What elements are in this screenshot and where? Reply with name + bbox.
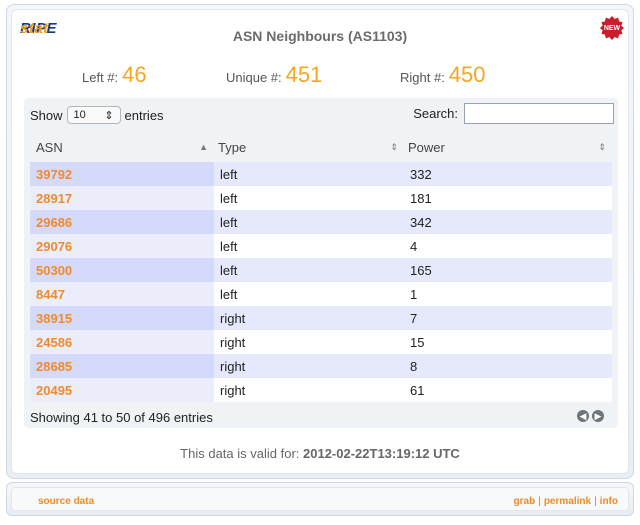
unique-count: Unique #: 451 xyxy=(226,62,322,88)
entries-select[interactable]: 10 ⇕ xyxy=(66,106,121,124)
power-cell: 7 xyxy=(410,310,418,326)
footer-separator: | xyxy=(538,496,541,507)
footer-links: grab | permalink | info xyxy=(514,496,618,507)
column-header-asn-label: ASN xyxy=(36,139,63,155)
type-cell: left xyxy=(220,262,238,278)
asn-neighbours-widget: RIPE stat ASN Neighbours (AS1103) NEW Lef… xyxy=(6,4,634,479)
power-cell: 332 xyxy=(410,166,432,182)
table-row: 29076 left 4 xyxy=(30,234,612,258)
unique-count-value: 451 xyxy=(285,62,323,87)
stats-summary: Left #: 46 Unique #: 451 Right #: 450 xyxy=(12,62,628,96)
show-label: Show xyxy=(30,107,63,123)
type-cell: left xyxy=(220,190,238,206)
column-header-power-label: Power xyxy=(408,139,445,155)
search-control: Search: xyxy=(413,103,614,124)
table-info: Showing 41 to 50 of 496 entries xyxy=(30,410,213,425)
validity-timestamp: 2012-02-22T13:19:12 UTC xyxy=(303,446,460,461)
sort-both-icon: ⇕ xyxy=(390,141,398,152)
type-cell: left xyxy=(220,238,238,254)
left-count-value: 46 xyxy=(122,62,147,87)
column-header-type[interactable]: Type ⇕ xyxy=(214,136,404,158)
table-header: ASN ▲ Type ⇕ Power ⇕ xyxy=(30,136,612,158)
power-cell: 4 xyxy=(410,238,418,254)
search-label: Search: xyxy=(413,106,458,121)
table-row: 38915 right 7 xyxy=(30,306,612,330)
type-cell: left xyxy=(220,214,238,230)
asn-link[interactable]: 24586 xyxy=(30,330,214,354)
column-header-type-label: Type xyxy=(218,139,247,155)
table-row: 28685 right 8 xyxy=(30,354,612,378)
previous-page-icon[interactable]: ◀ xyxy=(577,410,589,422)
table-row: 28917 left 181 xyxy=(30,186,612,210)
widget-body: RIPE stat ASN Neighbours (AS1103) NEW Lef… xyxy=(11,9,629,474)
unique-count-label: Unique #: xyxy=(226,70,282,85)
table-body: 39792 left 332 28917 left 181 29686 left… xyxy=(30,162,612,402)
select-arrows-icon: ⇕ xyxy=(104,109,114,122)
type-cell: left xyxy=(220,286,238,302)
power-cell: 165 xyxy=(410,262,432,278)
type-cell: left xyxy=(220,166,238,182)
asn-link[interactable]: 8447 xyxy=(30,282,214,306)
asn-link[interactable]: 39792 xyxy=(30,162,214,186)
sort-both-icon: ⇕ xyxy=(598,141,606,152)
sort-ascending-icon: ▲ xyxy=(199,142,208,152)
page-title: ASN Neighbours (AS1103) xyxy=(232,28,408,44)
asn-link[interactable]: 29686 xyxy=(30,210,214,234)
grab-link[interactable]: grab xyxy=(514,496,536,507)
footer-separator: | xyxy=(594,496,597,507)
left-count-label: Left #: xyxy=(82,70,119,85)
type-cell: right xyxy=(220,310,246,326)
table-panel: Show 10 ⇕ entries Search: ASN ▲ Type ⇕ P… xyxy=(24,98,618,428)
right-count: Right #: 450 xyxy=(400,62,486,88)
type-cell: right xyxy=(220,382,246,398)
table-row: 20495 right 61 xyxy=(30,378,612,402)
right-count-value: 450 xyxy=(448,62,486,87)
table-row: 29686 left 342 xyxy=(30,210,612,234)
footer-body: source data grab | permalink | info xyxy=(11,487,629,511)
asn-link[interactable]: 20495 xyxy=(30,378,214,402)
column-header-power[interactable]: Power ⇕ xyxy=(404,136,612,158)
power-cell: 1 xyxy=(410,286,418,302)
power-cell: 15 xyxy=(410,334,425,350)
entries-select-value: 10 xyxy=(73,109,86,121)
column-header-asn[interactable]: ASN ▲ xyxy=(30,136,214,158)
left-count: Left #: 46 xyxy=(82,62,147,88)
pagination: ◀ ▶ xyxy=(577,410,604,422)
entries-label: entries xyxy=(124,107,164,123)
table-row: 24586 right 15 xyxy=(30,330,612,354)
validity-label: This data is valid for: xyxy=(180,446,300,461)
power-cell: 61 xyxy=(410,382,425,398)
power-cell: 8 xyxy=(410,358,418,374)
permalink-link[interactable]: permalink xyxy=(544,496,591,507)
data-validity: This data is valid for: 2012-02-22T13:19… xyxy=(12,446,628,461)
type-cell: right xyxy=(220,334,246,350)
type-cell: right xyxy=(220,358,246,374)
table-row: 8447 left 1 xyxy=(30,282,612,306)
widget-footer: source data grab | permalink | info xyxy=(6,482,634,516)
next-page-icon[interactable]: ▶ xyxy=(592,410,604,422)
asn-link[interactable]: 28685 xyxy=(30,354,214,378)
asn-link[interactable]: 50300 xyxy=(30,258,214,282)
source-data-link[interactable]: source data xyxy=(38,496,94,507)
right-count-label: Right #: xyxy=(400,70,445,85)
asn-link[interactable]: 38915 xyxy=(30,306,214,330)
search-input[interactable] xyxy=(464,103,614,124)
asn-link[interactable]: 29076 xyxy=(30,234,214,258)
table-row: 39792 left 332 xyxy=(30,162,612,186)
power-cell: 342 xyxy=(410,214,432,230)
asn-link[interactable]: 28917 xyxy=(30,186,214,210)
table-row: 50300 left 165 xyxy=(30,258,612,282)
power-cell: 181 xyxy=(410,190,432,206)
entries-control: Show 10 ⇕ entries xyxy=(30,106,164,124)
info-link[interactable]: info xyxy=(600,496,618,507)
